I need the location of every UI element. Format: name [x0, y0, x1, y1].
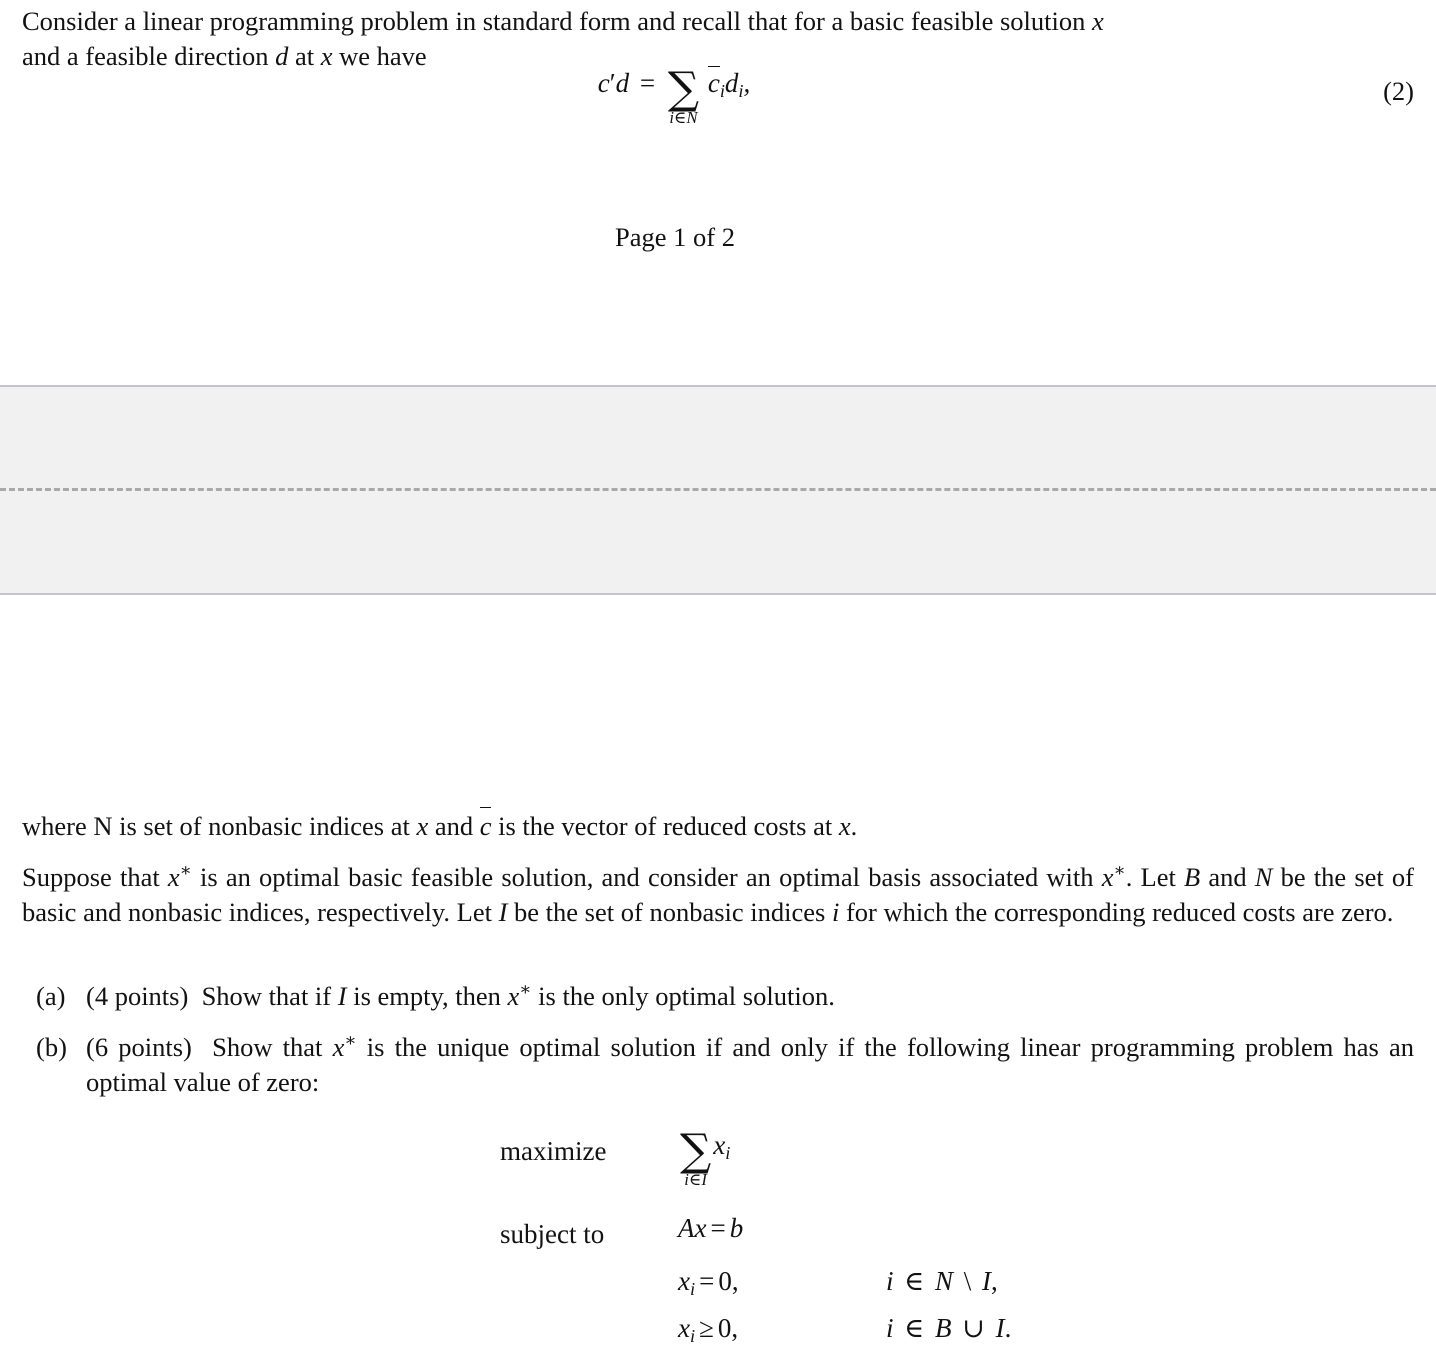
- model-spacer-label: [500, 1266, 678, 1272]
- optimization-model-block: maximize ∑ i∈I xi subject to Ax = b xi = 0, …: [500, 1125, 1012, 1347]
- list-item-b-body: (6 points) Show that x∗ is the unique op…: [86, 1030, 1414, 1097]
- list-item-a: (a) (4 points) Show that if I is empty, …: [36, 979, 1414, 1014]
- equation-2-body: c′d = ∑ i∈N cidi,: [0, 63, 1348, 129]
- sigma-glyph: ∑: [667, 63, 700, 115]
- list-item-a-body: (4 points) Show that if I is empty, then…: [86, 979, 835, 1011]
- equals-sign: =: [639, 68, 656, 98]
- summation-lower-limit: i∈I: [684, 1170, 707, 1190]
- model-objective-summand: xi: [713, 1130, 731, 1164]
- equation-lhs: c′d: [597, 68, 630, 98]
- paragraph-suppose-setup: Suppose that x∗ is an optimal basic feas…: [22, 860, 1414, 927]
- model-constraint-expression-1: Ax = b: [678, 1213, 744, 1244]
- equation-2-block: c′d = ∑ i∈N cidi, (2): [0, 63, 1436, 148]
- model-constraint-expression-2: xi = 0,: [678, 1266, 739, 1300]
- summation-operator: ∑ i∈N: [667, 63, 700, 129]
- model-objective-label: maximize: [500, 1136, 607, 1166]
- model-objective-expression: ∑ i∈I xi: [678, 1125, 838, 1191]
- model-constraint-row-1: subject to Ax = b: [500, 1213, 1011, 1250]
- list-item-a-points: (4 points): [86, 981, 189, 1011]
- list-item-b-marker: (b): [36, 1032, 67, 1062]
- model-spacer-label: [500, 1313, 678, 1319]
- page-separator-dashed-line: [0, 488, 1436, 491]
- equation-number: (2): [1383, 76, 1414, 106]
- paragraph-where-definition: where N is set of nonbasic indices at x …: [22, 807, 1414, 844]
- model-constraint-condition-2: i ∈ N \ I,: [886, 1266, 998, 1297]
- page-indicator: Page 1 of 2: [615, 222, 735, 252]
- page-separator-band: [0, 385, 1436, 595]
- list-item-b: (b) (6 points) Show that x∗ is the uniqu…: [36, 1030, 1414, 1100]
- summation-operator: ∑ i∈I: [680, 1125, 712, 1191]
- model-constraint-expression-3: xi ≥0,: [678, 1313, 739, 1347]
- model-constraint-condition-3: i ∈ B ∪ I.: [886, 1313, 1012, 1344]
- document-page-top: Consider a linear programming problem in…: [0, 0, 1436, 386]
- sigma-glyph: ∑: [680, 1125, 712, 1177]
- document-page-bottom: where N is set of nonbasic indices at x …: [0, 597, 1436, 1352]
- list-item-b-points: (6 points): [86, 1032, 192, 1062]
- model-constraints-label: subject to: [500, 1219, 605, 1250]
- math-variable-d: d: [275, 41, 289, 71]
- equation-summand: cidi,: [707, 66, 751, 102]
- intro-paragraph-line-1: Consider a linear programming problem in…: [22, 6, 1104, 36]
- model-constraint-row-2: xi = 0, i ∈ N \ I,: [500, 1266, 1011, 1300]
- list-item-a-marker: (a): [36, 981, 66, 1011]
- model-objective-row: maximize ∑ i∈I xi: [500, 1125, 1011, 1191]
- summation-lower-limit: i∈N: [669, 108, 698, 128]
- model-constraint-row-3: xi ≥0, i ∈ B ∪ I.: [500, 1313, 1012, 1347]
- math-variable-x: x: [320, 41, 333, 71]
- math-variable-x: x: [1091, 6, 1104, 36]
